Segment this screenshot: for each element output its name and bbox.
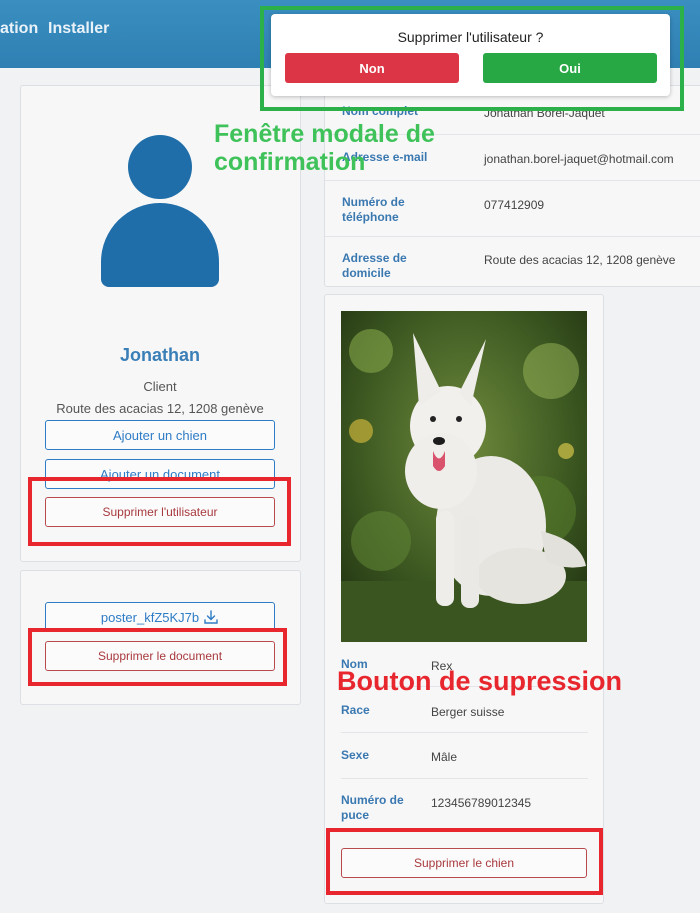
annotation-modal-label: Fenêtre modale de confirmation — [214, 120, 435, 176]
profile-name: Jonathan — [119, 345, 200, 365]
dog-photo — [341, 311, 587, 642]
annotation-frame-delete-dog — [326, 828, 603, 895]
annotation-frame-modal — [260, 6, 684, 111]
profile-address: Route des acacias 12, 1208 genève — [56, 401, 264, 416]
download-icon — [204, 610, 218, 624]
nav-link-partial[interactable]: ation — [0, 20, 38, 38]
dog-row-breed: Race Berger suisse — [341, 698, 588, 733]
add-dog-button[interactable]: Ajouter un chien — [45, 420, 275, 450]
document-file-name: poster_kfZ5KJ7b — [100, 609, 200, 625]
annotation-frame-delete-document — [28, 628, 287, 686]
dog-row-chip: Numéro de puce 123456789012345 — [341, 793, 532, 822]
profile-role: Client — [143, 379, 177, 394]
annotation-delete-label: Bouton de supression — [337, 666, 623, 696]
user-avatar-icon — [128, 135, 192, 199]
annotation-frame-delete-user — [28, 477, 291, 546]
info-row-home-address: Adresse de domicile Route des acacias 12… — [342, 251, 676, 280]
dog-row-sex: Sexe Mâle — [341, 733, 588, 779]
nav-link-installer[interactable]: Installer — [48, 20, 109, 38]
info-row-phone: Numéro de téléphone 077412909 — [325, 181, 700, 237]
